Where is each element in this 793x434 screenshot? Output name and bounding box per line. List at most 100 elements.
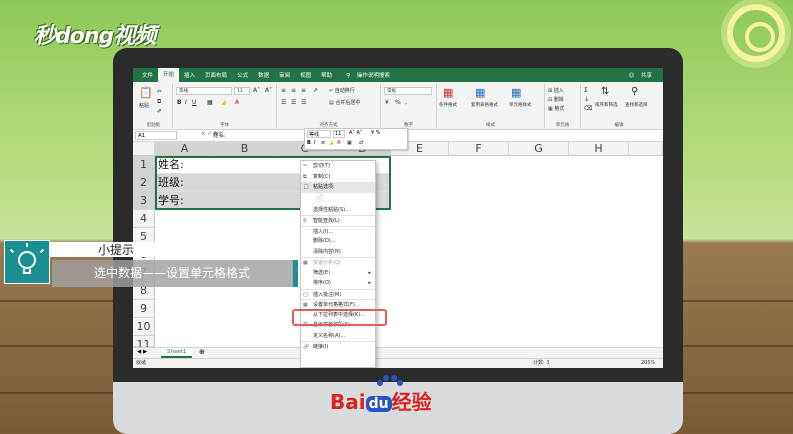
menu-view[interactable]: 视图 (295, 71, 316, 79)
align-center-icon[interactable]: ☰ (291, 99, 296, 106)
orientation-icon[interactable]: ⇗ (313, 87, 318, 94)
paste-option-button[interactable]: 📄 (301, 193, 375, 205)
menu-paste-options[interactable]: 📋 粘贴选项: (301, 182, 375, 193)
sort-filter-button[interactable]: 排序和筛选 (595, 102, 618, 108)
format-painter-icon[interactable]: ✐ (157, 108, 162, 115)
align-left-icon[interactable]: ☰ (281, 99, 286, 106)
merge-center-button[interactable]: ▤ 合并后居中 (329, 99, 360, 106)
fill-icon[interactable]: ↓ (584, 96, 589, 103)
comma-icon[interactable]: , (405, 99, 407, 106)
clear-icon[interactable]: ⌫ (584, 105, 592, 112)
font-name-select[interactable]: 等线 (176, 87, 232, 95)
row-header[interactable]: 3 (133, 192, 155, 210)
sort-filter-icon[interactable]: ⇅ (601, 86, 609, 97)
align-right-icon[interactable]: ☰ (301, 99, 306, 106)
zoom-level[interactable]: 205% (641, 359, 655, 368)
menu-formulas[interactable]: 公式 (232, 71, 253, 79)
sheet-nav-icon[interactable]: ◀ ▶ (137, 349, 147, 355)
column-header[interactable]: B (215, 142, 275, 156)
cell-styles-button[interactable]: 单元格样式 (509, 102, 532, 108)
italic-icon[interactable]: I (185, 99, 187, 106)
mini-grow-font-icon[interactable]: A˄ A˅ (349, 130, 362, 136)
shrink-font-icon[interactable]: A˅ (265, 87, 272, 94)
mini-font-color-icon[interactable]: A (337, 140, 340, 146)
mini-bold-icon[interactable]: B (307, 140, 311, 146)
mini-font-select[interactable]: 等线 (307, 130, 331, 138)
menu-cut[interactable]: ✂ 剪切(T) (301, 161, 375, 172)
share-button[interactable]: ☺ 共享 (624, 71, 664, 79)
align-middle-icon[interactable]: ≡ (291, 87, 296, 94)
menu-help[interactable]: 帮助 (316, 71, 337, 79)
sheet-tab[interactable]: Sheet1 (161, 348, 193, 358)
column-header[interactable]: A (155, 142, 215, 156)
mini-italic-icon[interactable]: I (314, 140, 315, 146)
mini-currency-icon[interactable]: ¥ % (371, 130, 381, 136)
menu-file[interactable]: 文件 (137, 71, 158, 79)
find-select-icon[interactable]: ⚲ (631, 86, 638, 97)
bold-icon[interactable]: B (177, 99, 182, 106)
menu-filter[interactable]: 筛选(E) ▸ (301, 268, 375, 279)
menu-paste-special[interactable]: 选择性粘贴(S)... (301, 205, 375, 216)
menu-review[interactable]: 审阅 (274, 71, 295, 79)
currency-icon[interactable]: ¥ (385, 99, 389, 106)
formula-input[interactable]: 姓名: (213, 131, 226, 139)
conditional-format-icon[interactable]: ▦ (443, 86, 453, 99)
add-sheet-icon[interactable]: ⊕ (199, 348, 205, 356)
mini-size-select[interactable]: 11 (333, 130, 345, 138)
row-header[interactable]: 2 (133, 174, 155, 192)
fill-color-icon[interactable]: ◢ (221, 99, 226, 106)
conditional-format-button[interactable]: 条件格式 (439, 102, 457, 108)
row-header[interactable]: 4 (133, 210, 155, 228)
tell-me-search[interactable]: ⚲ 操作说明搜索 (341, 71, 400, 79)
menu-clear-contents[interactable]: 清除内容(N) (301, 247, 375, 258)
find-select-button[interactable]: 查找和选择 (625, 102, 648, 108)
menu-smart-lookup[interactable]: ⚲ 智能查找(L) (301, 215, 375, 226)
menu-define-name[interactable]: 定义名称(A)... (301, 331, 375, 342)
select-all-corner[interactable] (133, 142, 155, 156)
mini-merge-icon[interactable]: ⇄ (359, 140, 363, 146)
menu-quick-analysis[interactable]: ▦ 快速分析(Q) (301, 257, 375, 268)
row-header[interactable]: 1 (133, 156, 155, 174)
copy-icon[interactable]: ⧉ (157, 98, 161, 106)
cut-icon[interactable]: ✂ (157, 88, 162, 95)
cell-styles-icon[interactable]: ▦ (511, 86, 521, 99)
menu-show-pinyin[interactable]: 文显示拼音字段(S) (301, 320, 375, 331)
column-header[interactable]: F (449, 142, 509, 156)
paste-icon[interactable]: 📋 (139, 86, 153, 99)
underline-icon[interactable]: U (192, 99, 196, 106)
mini-align-icon[interactable]: ≡ (321, 140, 325, 146)
column-header[interactable]: G (509, 142, 569, 156)
menu-data[interactable]: 数据 (253, 71, 274, 79)
column-header[interactable]: H (569, 142, 629, 156)
menu-link[interactable]: 🔗 链接(I) (301, 341, 375, 352)
number-format-select[interactable]: 常规 (384, 87, 432, 95)
percent-icon[interactable]: % (395, 99, 401, 106)
format-cells-button[interactable]: ▦ 格式 (548, 105, 564, 112)
row-header[interactable]: 10 (133, 318, 155, 336)
menu-format-cells[interactable]: ▦ 设置单元格格式(F)... (301, 299, 375, 310)
wrap-text-button[interactable]: ↵ 自动换行 (329, 87, 355, 94)
menu-insert[interactable]: 插入(I)... (301, 225, 375, 237)
mini-border-icon[interactable]: ▦ (347, 140, 352, 146)
autosum-icon[interactable]: Σ (584, 87, 588, 94)
font-size-select[interactable]: 11 (234, 87, 250, 95)
menu-home[interactable]: 开始 (158, 68, 180, 82)
format-table-icon[interactable]: ▦ (475, 86, 485, 99)
menu-sort[interactable]: 排序(O) ▸ (301, 278, 375, 289)
menu-delete[interactable]: 删除(D)... (301, 236, 375, 247)
menu-copy[interactable]: ⧉ 复制(C) (301, 172, 375, 183)
row-header[interactable]: 9 (133, 300, 155, 318)
insert-cells-button[interactable]: ⊞ 插入 (548, 87, 564, 94)
menu-pick-from-list[interactable]: 从下拉列表中选择(K)... (301, 310, 375, 321)
paste-button[interactable]: 粘贴 (139, 102, 149, 109)
menu-insert-comment[interactable]: ▢ 插入批注(M) (301, 288, 375, 300)
format-table-button[interactable]: 套用表格格式 (471, 102, 498, 108)
delete-cells-button[interactable]: ⊟ 删除 (548, 96, 564, 103)
menu-insert[interactable]: 插入 (179, 71, 200, 79)
grow-font-icon[interactable]: A˄ (253, 87, 260, 94)
name-box[interactable]: A1 (135, 131, 177, 140)
align-top-icon[interactable]: ≡ (281, 87, 286, 94)
row-header[interactable]: 11 (133, 336, 155, 351)
align-bottom-icon[interactable]: ≡ (301, 87, 306, 94)
border-icon[interactable]: ▦ (207, 99, 213, 106)
